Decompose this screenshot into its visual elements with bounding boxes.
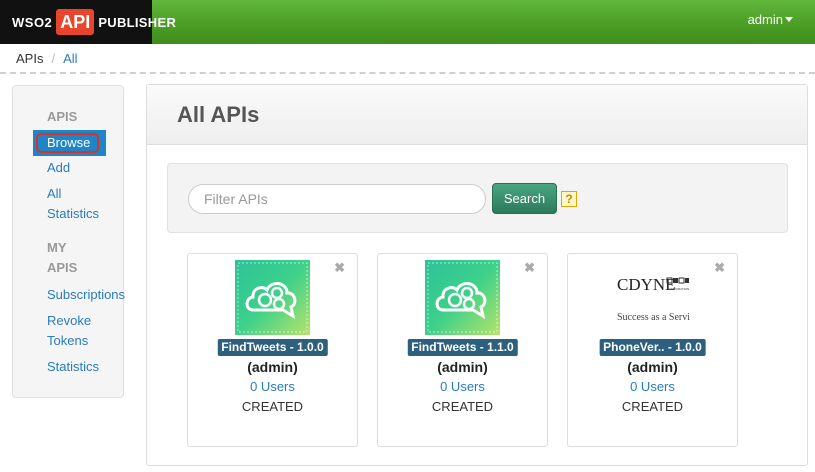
api-card[interactable]: ✖ FindTweets - 1.0.0 (admin) 0 Users CRE… (187, 253, 358, 447)
main-panel: All APIs Search ? ✖ FindTweets - 1.0.0 (… (146, 84, 808, 466)
api-thumbnail[interactable]: CDYNE CORPORATION Success as a Service (615, 260, 699, 335)
api-users-link[interactable]: 0 Users (378, 379, 547, 394)
filter-bar: Search ? (167, 163, 788, 233)
gear-cloud-icon (427, 262, 498, 333)
api-thumbnail[interactable] (425, 260, 500, 335)
api-name-link[interactable]: PhoneVer.. - 1.0.0 (599, 339, 706, 356)
sidebar-item-subscriptions[interactable]: Subscriptions (13, 285, 125, 305)
sidebar-item-revoke-tokens-line2: Tokens (47, 333, 89, 348)
api-card[interactable]: ✖ CDYNE CORPORATION Success as a Service… (567, 253, 738, 447)
nav-header-apis: APIS (47, 109, 78, 124)
page-title: All APIs (177, 102, 260, 127)
logo-publisher-text: PUBLISHER (98, 14, 177, 30)
cdyne-corp-text: CORPORATION (667, 287, 689, 291)
search-button[interactable]: Search (492, 183, 557, 214)
api-name-link[interactable]: FindTweets - 1.1.0 (407, 339, 518, 356)
api-owner: (admin) (247, 359, 298, 375)
api-users-link[interactable]: 0 Users (188, 379, 357, 394)
help-icon[interactable]: ? (561, 191, 577, 207)
api-status: CREATED (621, 399, 684, 414)
wso2-api-publisher-logo[interactable]: WSO2 API PUBLISHER (12, 9, 176, 35)
nav-header-my-apis-line1: MY (47, 240, 67, 255)
logo-api-text: API (56, 9, 95, 35)
api-users-link[interactable]: 0 Users (568, 379, 737, 394)
logo-wso2-text: WSO2 (12, 14, 53, 30)
api-thumbnail[interactable] (235, 260, 310, 335)
cdyne-tagline-text: Success as a Service (617, 312, 690, 323)
sidebar-item-revoke-tokens-line1: Revoke (47, 313, 92, 328)
sidebar-item-add[interactable]: Add (13, 158, 123, 178)
sidebar-item-browse-label: Browse (47, 135, 91, 150)
breadcrumb-separator: / (51, 51, 56, 66)
breadcrumb: APIs / All (0, 44, 815, 74)
user-menu[interactable]: admin (748, 12, 793, 27)
api-name-link[interactable]: FindTweets - 1.0.0 (217, 339, 328, 356)
delete-icon[interactable]: ✖ (714, 260, 725, 276)
sidebar-item-statistics[interactable]: Statistics (13, 357, 123, 377)
api-owner: (admin) (627, 359, 678, 375)
sidebar-item-all-statistics-line1: All (47, 186, 62, 201)
sidebar-item-revoke-tokens[interactable]: Revoke Tokens (13, 311, 123, 351)
delete-icon[interactable]: ✖ (524, 260, 535, 276)
sidebar-item-all-statistics-line2: Statistics (47, 206, 100, 221)
api-status: CREATED (241, 399, 304, 414)
sidebar-item-all-statistics[interactable]: All Statistics (13, 184, 123, 224)
user-menu-label: admin (747, 12, 783, 27)
delete-icon[interactable]: ✖ (334, 260, 345, 276)
breadcrumb-root: APIs (16, 51, 44, 66)
gear-cloud-icon (237, 262, 308, 333)
cdyne-logo: CDYNE CORPORATION Success as a Service (615, 260, 699, 335)
sidebar: APIS Browse Add All Statistics MY APIS S… (12, 85, 125, 398)
api-owner: (admin) (437, 359, 488, 375)
breadcrumb-all-link[interactable]: All (63, 51, 77, 66)
filter-apis-input[interactable] (188, 184, 486, 214)
caret-down-icon (785, 17, 793, 22)
top-navbar: WSO2 API PUBLISHER admin (0, 0, 815, 44)
api-status: CREATED (431, 399, 494, 414)
api-card[interactable]: ✖ FindTweets - 1.1.0 (admin) 0 Users CRE… (377, 253, 548, 447)
logo-area: WSO2 API PUBLISHER (0, 0, 176, 44)
sidebar-item-browse[interactable]: Browse (33, 130, 106, 156)
nav-header-my-apis-line2: APIS (47, 260, 78, 275)
